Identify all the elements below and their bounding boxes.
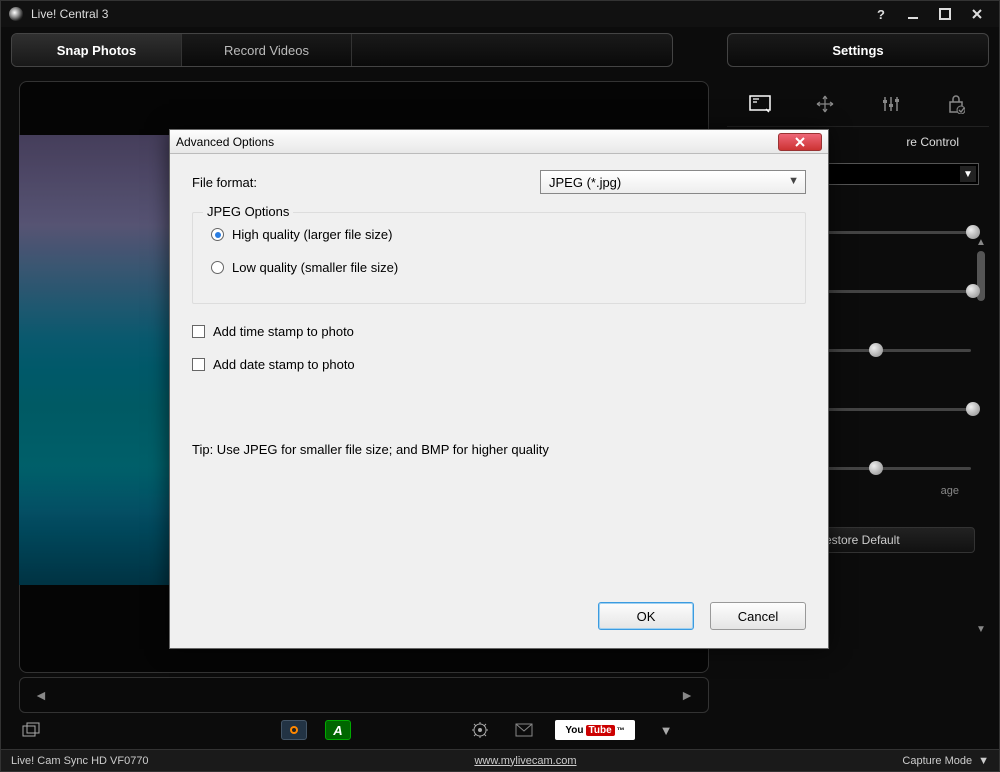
youtube-text-tube: Tube (586, 725, 615, 736)
dialog-title: Advanced Options (176, 135, 274, 149)
tab-settings[interactable]: Settings (727, 33, 989, 67)
app-icon (9, 7, 23, 21)
device-name: Live! Cam Sync HD VF0770 (11, 755, 149, 767)
main-tabs: Snap Photos Record Videos (11, 33, 673, 67)
combo-arrow-icon: ▼ (788, 175, 799, 187)
youtube-dropdown-icon[interactable]: ▼ (653, 720, 679, 740)
file-format-combo[interactable]: JPEG (*.jpg) ▼ (540, 170, 806, 194)
website-link[interactable]: www.mylivecam.com (474, 755, 576, 767)
dialog-titlebar: Advanced Options (170, 130, 828, 154)
dialog-body: File format: JPEG (*.jpg) ▼ JPEG Options… (170, 154, 828, 473)
radio-low-quality-label: Low quality (smaller file size) (232, 260, 398, 275)
maximize-button[interactable] (931, 5, 959, 23)
camera-tool-icon[interactable] (281, 720, 307, 740)
check-date-stamp-input[interactable] (192, 358, 205, 371)
lock-icon[interactable] (944, 92, 968, 116)
titlebar: Live! Central 3 ? (1, 1, 999, 27)
tab-record-videos[interactable]: Record Videos (182, 34, 352, 66)
tabs-row: Snap Photos Record Videos Settings (1, 27, 999, 67)
youtube-button[interactable]: YouTube™ (555, 720, 635, 740)
share-gear-icon[interactable] (467, 720, 493, 740)
tab-snap-photos[interactable]: Snap Photos (12, 34, 182, 66)
gallery-icon[interactable] (19, 720, 45, 740)
ok-button[interactable]: OK (598, 602, 694, 630)
scroll-up-icon[interactable]: ▲ (976, 237, 986, 248)
file-format-label: File format: (192, 175, 540, 190)
tab-empty (352, 34, 672, 66)
equalizer-icon[interactable] (879, 92, 903, 116)
mail-icon[interactable] (511, 720, 537, 740)
capture-mode-arrow-icon: ▼ (978, 755, 989, 767)
next-thumb-button[interactable]: ► (680, 687, 694, 703)
dialog-buttons: OK Cancel (598, 602, 806, 630)
settings-toolbar (727, 81, 989, 127)
display-icon[interactable] (748, 92, 772, 116)
dropdown-arrow-icon: ▼ (960, 166, 976, 182)
advanced-options-dialog: Advanced Options File format: JPEG (*.jp… (169, 129, 829, 649)
auto-tool-icon[interactable]: A (325, 720, 351, 740)
capture-mode-label: Capture Mode (902, 755, 972, 767)
check-date-stamp-label: Add date stamp to photo (213, 357, 355, 372)
bottom-toolbar: A YouTube™ ▼ (19, 717, 679, 743)
minimize-button[interactable] (899, 5, 927, 23)
app-title: Live! Central 3 (31, 7, 108, 21)
radio-high-quality-label: High quality (larger file size) (232, 227, 392, 242)
file-format-value: JPEG (*.jpg) (549, 175, 621, 190)
youtube-text-you: You (565, 725, 583, 736)
check-date-stamp[interactable]: Add date stamp to photo (192, 357, 806, 372)
dialog-tip: Tip: Use JPEG for smaller file size; and… (192, 442, 806, 457)
move-icon[interactable] (813, 92, 837, 116)
prev-thumb-button[interactable]: ◄ (34, 687, 48, 703)
dialog-close-button[interactable] (778, 133, 822, 151)
check-time-stamp-input[interactable] (192, 325, 205, 338)
youtube-tm: ™ (617, 726, 625, 735)
settings-scrollbar[interactable]: ▲ ▼ (977, 251, 987, 621)
radio-low-quality-input[interactable] (211, 261, 224, 274)
radio-high-quality[interactable]: High quality (larger file size) (211, 227, 787, 242)
jpeg-options-group: JPEG Options High quality (larger file s… (192, 212, 806, 304)
radio-high-quality-input[interactable] (211, 228, 224, 241)
capture-mode-button[interactable]: Capture Mode ▼ (902, 755, 989, 767)
check-time-stamp[interactable]: Add time stamp to photo (192, 324, 806, 339)
jpeg-options-legend: JPEG Options (203, 204, 293, 219)
statusbar: Live! Cam Sync HD VF0770 www.mylivecam.c… (1, 749, 999, 771)
cancel-button[interactable]: Cancel (710, 602, 806, 630)
app-window: Live! Central 3 ? Snap Photos Record Vid… (0, 0, 1000, 772)
scroll-down-icon[interactable]: ▼ (976, 624, 986, 635)
close-button[interactable] (963, 5, 991, 23)
radio-low-quality[interactable]: Low quality (smaller file size) (211, 260, 787, 275)
help-button[interactable]: ? (867, 5, 895, 23)
thumbnail-strip: ◄ ► (19, 677, 709, 713)
check-time-stamp-label: Add time stamp to photo (213, 324, 354, 339)
